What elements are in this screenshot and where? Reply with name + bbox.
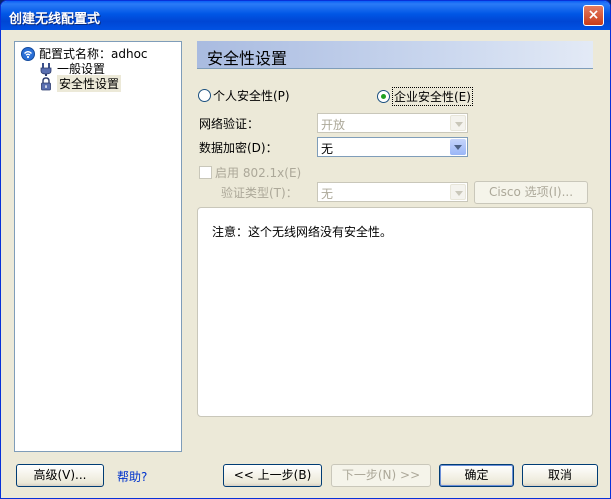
lock-icon	[41, 76, 51, 90]
data-encryption-value: 无	[321, 142, 334, 156]
dialog-window: 创建无线配置式 × 配置式名称：adhoc 一般设置 安全性设置 安全性设置 个…	[0, 0, 611, 499]
radio-checked-icon	[377, 90, 390, 103]
enterprise-security-label: 企业安全性(E)	[392, 87, 473, 106]
checkbox-icon	[199, 166, 212, 179]
radio-unchecked-icon	[198, 89, 211, 102]
help-link[interactable]: 帮助?	[117, 468, 147, 485]
cancel-button[interactable]: 取消	[522, 464, 598, 487]
network-adapter-icon	[40, 62, 52, 76]
network-auth-label: 网络验证：	[199, 117, 260, 131]
network-auth-value: 开放	[321, 118, 346, 132]
title-bar[interactable]: 创建无线配置式 ×	[1, 1, 610, 30]
section-title: 安全性设置	[207, 49, 288, 68]
enable-8021x-checkbox[interactable]: 启用 802.1x(E)	[199, 164, 301, 181]
back-button[interactable]: << 上一步(B)	[223, 464, 322, 487]
close-button[interactable]: ×	[583, 5, 604, 26]
section-header: 安全性设置	[197, 41, 593, 69]
chevron-down-icon[interactable]	[450, 139, 466, 155]
personal-security-radio[interactable]: 个人安全性(P)	[198, 87, 290, 104]
wireless-network-icon	[21, 46, 35, 61]
auth-type-label: 验证类型(T)：	[221, 186, 298, 200]
sidebar-item-label: 安全性设置	[57, 75, 122, 92]
auth-type-select[interactable]: 无	[317, 182, 468, 202]
ok-button[interactable]: 确定	[439, 464, 514, 487]
window-title: 创建无线配置式	[9, 12, 101, 27]
advanced-button[interactable]: 高级(V)...	[16, 464, 104, 487]
enterprise-security-radio[interactable]: 企业安全性(E)	[377, 87, 473, 106]
cisco-options-button[interactable]: Cisco 选项(I)...	[474, 181, 588, 204]
personal-security-label: 个人安全性(P)	[213, 89, 290, 103]
notice-text: 注意：这个无线网络没有安全性。	[212, 225, 393, 239]
sidebar-tree: 配置式名称：adhoc 一般设置 安全性设置	[14, 41, 182, 452]
chevron-down-icon	[450, 115, 466, 131]
network-auth-select[interactable]: 开放	[317, 113, 468, 133]
data-encryption-select[interactable]: 无	[317, 137, 468, 157]
close-icon: ×	[587, 7, 600, 23]
auth-type-value: 无	[321, 187, 334, 201]
chevron-down-icon	[450, 184, 466, 200]
sidebar-item-security[interactable]: 安全性设置	[39, 75, 122, 92]
data-encryption-label: 数据加密(D)：	[199, 141, 278, 155]
enable-8021x-label: 启用 802.1x(E)	[215, 166, 302, 180]
notice-panel: 注意：这个无线网络没有安全性。	[197, 207, 593, 417]
next-button[interactable]: 下一步(N) >>	[331, 464, 431, 487]
